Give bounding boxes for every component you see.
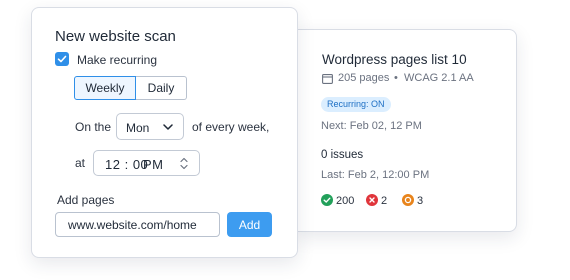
meta-separator: •: [394, 72, 398, 84]
warning-value: 3: [417, 195, 424, 207]
passed-count: 200: [321, 194, 354, 207]
warning-circle-icon: [402, 194, 414, 206]
add-pages-label: Add pages: [57, 193, 115, 207]
add-page-button[interactable]: Add: [227, 212, 272, 237]
frequency-weekly-button[interactable]: Weekly: [74, 76, 136, 100]
issues-count: 0 issues: [321, 149, 364, 161]
x-circle-icon: [366, 194, 378, 206]
make-recurring-checkbox[interactable]: [55, 52, 69, 66]
checkmark-icon: [57, 55, 67, 63]
new-scan-card: New website scan Make recurring Weekly D…: [31, 7, 298, 258]
passed-value: 200: [336, 195, 355, 207]
last-run: Last: Feb 2, 12:00 PM: [321, 169, 430, 181]
check-circle-icon: [321, 194, 333, 206]
page-url-input[interactable]: [55, 212, 220, 237]
failed-value: 2: [381, 195, 388, 207]
up-down-chevron-icon: [180, 157, 188, 170]
time-picker[interactable]: 12 : 00 PM: [93, 150, 200, 176]
of-every-week-label: of every week,: [192, 120, 270, 134]
weekday-select[interactable]: Mon: [116, 113, 184, 140]
next-run: Next: Feb 02, 12 PM: [321, 120, 422, 132]
failed-count: 2: [366, 194, 387, 207]
time-period[interactable]: PM: [143, 157, 164, 172]
page-icon: [322, 74, 333, 84]
wcag-standard: WCAG 2.1 AA: [404, 72, 474, 84]
chevron-down-icon: [163, 124, 173, 130]
frequency-daily-button[interactable]: Daily: [136, 76, 187, 100]
scan-title: New website scan: [55, 28, 176, 45]
page-count: 205 pages: [338, 72, 390, 84]
site-summary-card: Wordpress pages list 10 205 pages • WCAG…: [296, 29, 517, 232]
make-recurring-label: Make recurring: [77, 53, 158, 67]
on-the-label: On the: [75, 120, 112, 134]
weekday-select-value: Mon: [126, 121, 150, 135]
time-hour[interactable]: 12: [105, 157, 120, 172]
warning-count: 3: [402, 194, 423, 207]
site-title: Wordpress pages list 10: [322, 52, 467, 67]
at-label: at: [75, 156, 86, 170]
recurring-badge: Recurring: ON: [321, 97, 391, 112]
time-value: 12 : 00: [105, 157, 149, 172]
